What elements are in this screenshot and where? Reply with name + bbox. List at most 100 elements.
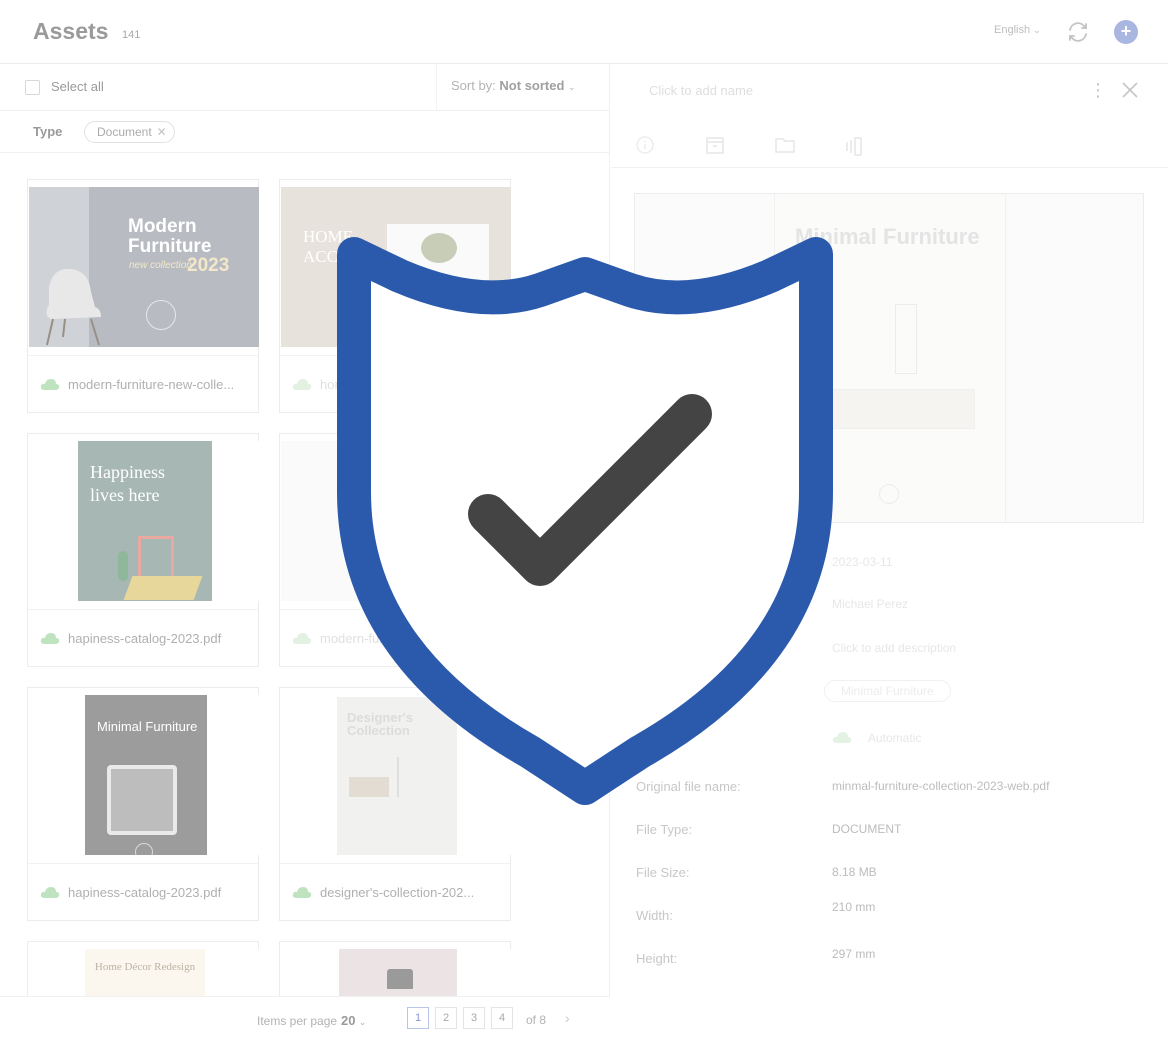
asset-filename: modern-furniture-new-colle...	[320, 631, 487, 646]
original-name-label: Original file name:	[636, 779, 741, 794]
height-value: 297 mm	[832, 947, 876, 961]
cloud-synced-icon	[40, 379, 60, 390]
page-button-3[interactable]: 3	[463, 1007, 485, 1029]
asset-filename: home-accents-collection...	[320, 377, 472, 392]
asset-thumbnail: Modern Furniture new collection 2023	[29, 187, 259, 347]
sync-mode: Automatic	[868, 731, 922, 745]
cloud-synced-icon	[40, 633, 60, 644]
created-date: 2023-03-11	[832, 555, 893, 569]
detail-header: Click to add name ⋮	[611, 64, 1168, 168]
filter-type-label: Type	[33, 124, 63, 139]
file-size-value: 8.18 MB	[832, 865, 877, 879]
asset-card[interactable]: Minimal Furniture hapiness-catalog-2023.…	[27, 687, 259, 921]
thumb-title: HOME ACC	[303, 227, 354, 266]
file-type-label: File Type:	[636, 822, 693, 837]
asset-card[interactable]	[279, 941, 511, 1001]
asset-card[interactable]: Designer's Collection designer's-collect…	[279, 687, 511, 921]
description-label: Description:	[636, 641, 705, 656]
items-per-page-selector[interactable]: Items per page 20 ⌄	[257, 1013, 366, 1028]
filter-chip-label: Document	[97, 125, 152, 139]
plant-illustration	[118, 551, 128, 581]
brand-logo-icon	[146, 300, 176, 330]
labels-label: Labels:	[636, 685, 678, 700]
width-value: 210 mm	[832, 900, 876, 914]
selection-bar: Select all Sort by: Not sorted ⌄	[0, 64, 610, 111]
height-label: Height:	[636, 951, 678, 966]
asset-card[interactable]: HOME ACC home-accents-collection...	[279, 179, 511, 413]
asset-thumbnail: Designer's Collection	[281, 695, 511, 855]
thumb-title: Home Décor Redesign	[94, 961, 196, 973]
thumb-year: 2023	[187, 255, 230, 276]
asset-thumbnail: Home Décor Redesign	[29, 949, 259, 1001]
asset-card[interactable]: Home Décor Redesign	[27, 941, 259, 1001]
chevron-down-icon: ⌄	[568, 82, 576, 92]
asset-thumbnail: Modern Furniture	[281, 441, 511, 601]
asset-thumbnail: HOME ACC	[281, 187, 511, 347]
info-icon[interactable]	[634, 134, 656, 156]
file-type-value: DOCUMENT	[832, 822, 902, 836]
cloud-synced-icon	[832, 732, 852, 743]
asset-card[interactable]: Modern Furniture modern-furniture-new-co…	[279, 433, 511, 667]
chevron-down-icon: ⌄	[1033, 25, 1041, 35]
asset-thumbnail: Minimal Furniture	[29, 695, 259, 855]
document-preview: Minimal Furniture	[774, 194, 1006, 522]
items-per-page-value: 20	[341, 1013, 356, 1028]
sort-dropdown[interactable]: Sort by: Not sorted ⌄	[436, 64, 610, 111]
sort-value: Not sorted	[499, 78, 565, 93]
select-all-checkbox[interactable]	[25, 80, 40, 95]
plant-illustration	[421, 233, 457, 263]
asset-filename: hapiness-catalog-2023.pdf	[68, 885, 222, 900]
chair-illustration	[46, 268, 101, 346]
versions-icon[interactable]	[843, 134, 865, 156]
asset-name-input[interactable]: Click to add name	[649, 83, 753, 98]
page-button-2[interactable]: 2	[435, 1007, 457, 1029]
brand-logo-icon	[879, 484, 899, 504]
file-size-label: File Size:	[636, 865, 690, 880]
asset-filename: modern-furniture-new-colle...	[68, 377, 235, 392]
asset-thumbnail	[281, 949, 511, 1001]
cloud-synced-icon	[40, 887, 60, 898]
close-icon[interactable]: ✕	[157, 122, 167, 142]
owner-name: Michael Perez	[832, 597, 909, 611]
thumb-title: Modern Furniture	[128, 216, 212, 257]
chair-illustration	[138, 536, 174, 576]
label-tag[interactable]: Minimal Furniture	[824, 680, 951, 702]
page-button-4[interactable]: 4	[491, 1007, 513, 1029]
chevron-down-icon: ⌄	[358, 1017, 367, 1027]
asset-count: 141	[122, 29, 141, 41]
thumb-title: Happiness lives here	[90, 462, 165, 505]
preview-title: Minimal Furniture	[795, 224, 980, 249]
sync-icon[interactable]	[1066, 20, 1090, 44]
page-button-1[interactable]: 1	[407, 1007, 429, 1029]
thumb-subtitle: new collection	[129, 260, 192, 271]
chevron-right-icon[interactable]: ›	[565, 1010, 570, 1026]
page-title: Assets	[33, 18, 109, 44]
width-label: Width:	[636, 908, 673, 923]
thumb-title: Designer's Collection	[347, 710, 413, 738]
thumb-title: Minimal Furniture	[97, 719, 198, 734]
add-asset-button[interactable]: +	[1114, 20, 1138, 44]
chair-illustration	[107, 765, 177, 835]
cloud-synced-icon	[292, 379, 312, 390]
folder-icon[interactable]	[774, 134, 796, 156]
asset-card[interactable]: Happiness lives here hapiness-catalog-20…	[27, 433, 259, 667]
more-options-icon[interactable]: ⋮	[1089, 80, 1107, 101]
language-selector[interactable]: English ⌄	[994, 24, 1041, 36]
asset-filename: hapiness-catalog-2023.pdf	[68, 631, 222, 646]
archive-icon[interactable]	[704, 134, 726, 156]
filter-bar: Type Document ✕	[0, 112, 610, 153]
cloud-synced-icon	[292, 633, 312, 644]
pagination-bar: Items per page 20 ⌄ 1 2 3 4 of 8 ›	[0, 996, 610, 1044]
asset-card[interactable]: Modern Furniture new collection 2023 mod…	[27, 179, 259, 413]
assets-list-panel: Select all Sort by: Not sorted ⌄ Type Do…	[0, 64, 610, 1044]
select-all-label[interactable]: Select all	[51, 79, 104, 94]
asset-filename: designer's-collection-202...	[320, 885, 475, 900]
description-input[interactable]: Click to add description	[832, 641, 956, 655]
items-per-page-label: Items per page	[257, 1014, 338, 1028]
thumb-title: Modern Furniture	[341, 469, 399, 499]
filter-chip-document[interactable]: Document ✕	[84, 121, 175, 143]
top-header: Assets 141 English ⌄ +	[0, 0, 1168, 64]
brand-logo-icon	[135, 843, 153, 855]
close-icon[interactable]	[1121, 81, 1139, 99]
asset-detail-panel: Click to add name ⋮ Minimal Furniture 20…	[611, 64, 1168, 1044]
